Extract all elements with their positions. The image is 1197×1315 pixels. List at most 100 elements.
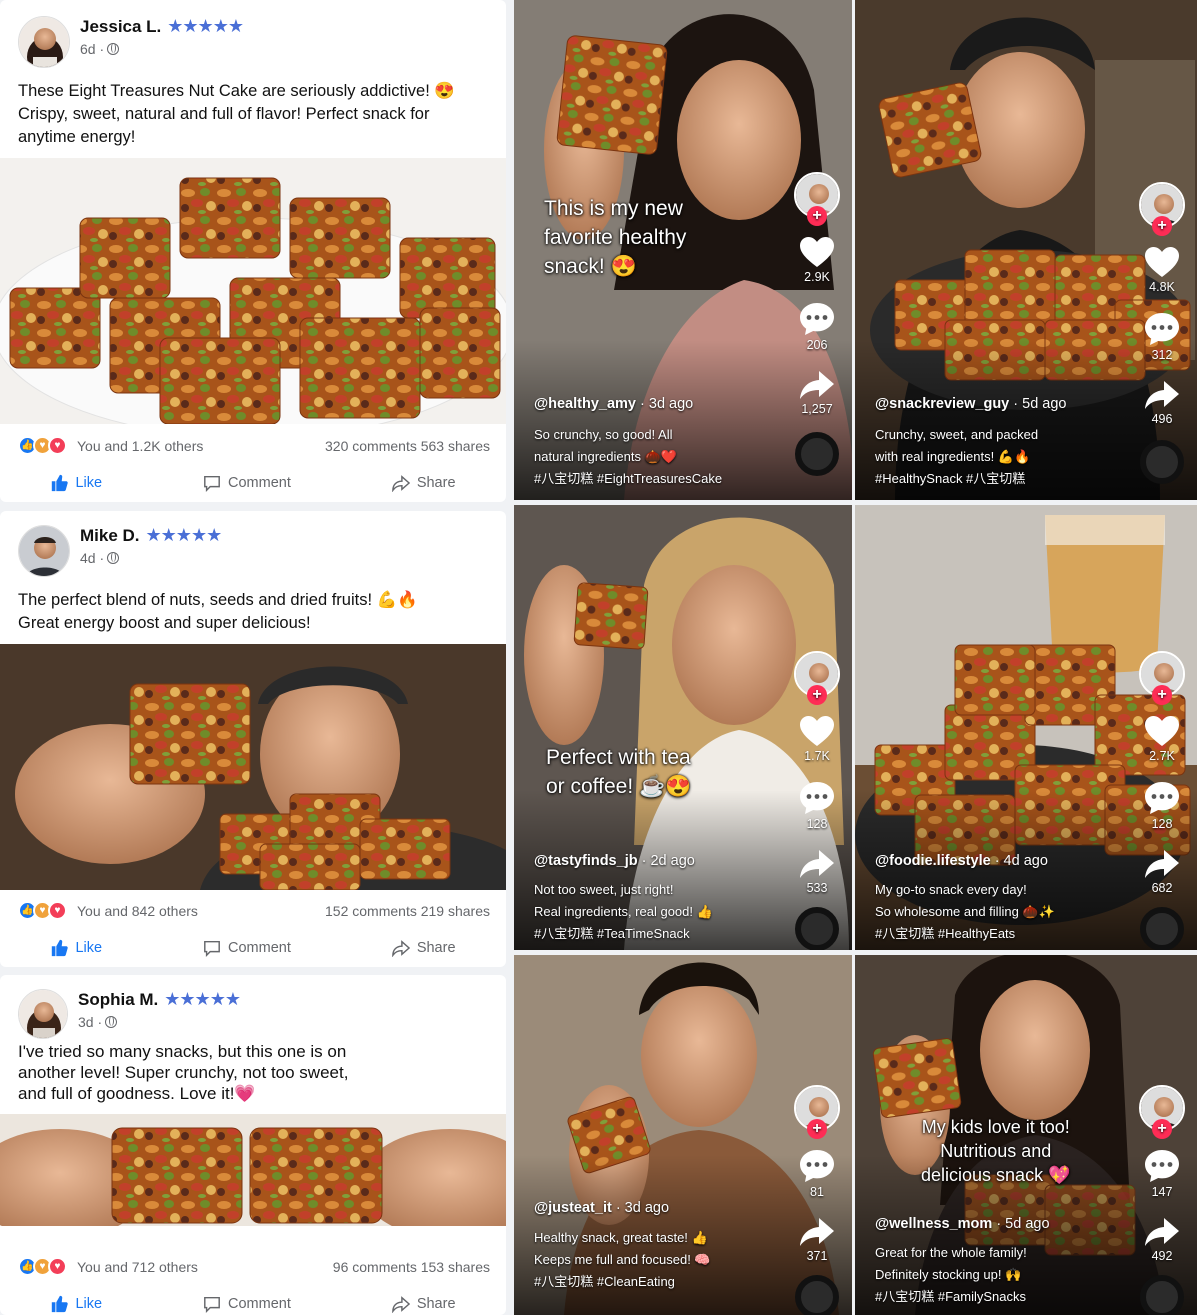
share-arrow-icon[interactable] bbox=[799, 370, 835, 400]
video-username[interactable]: @justeat_it bbox=[534, 1200, 612, 1216]
follow-plus-icon[interactable]: + bbox=[1152, 1119, 1172, 1139]
music-disc-icon[interactable] bbox=[795, 907, 839, 950]
post-text: I've tried so many snacks, but this one … bbox=[18, 1042, 349, 1103]
globe-icon bbox=[107, 552, 120, 564]
comment-bubble-icon bbox=[204, 475, 220, 492]
share-button[interactable]: Share bbox=[391, 939, 456, 957]
music-disc-icon[interactable] bbox=[795, 1275, 839, 1315]
avatar[interactable] bbox=[18, 989, 68, 1039]
video-tile-6[interactable]: My kids love it too! Nutritious and deli… bbox=[855, 955, 1197, 1315]
heart-icon[interactable] bbox=[799, 715, 835, 747]
avatar[interactable] bbox=[18, 525, 70, 577]
share-count: 496 bbox=[1151, 412, 1173, 426]
follow-plus-icon[interactable]: + bbox=[807, 685, 827, 705]
post-time: 4d · bbox=[80, 550, 105, 566]
share-arrow-icon[interactable] bbox=[799, 1217, 835, 1247]
creator-avatar[interactable]: + bbox=[1139, 1085, 1185, 1139]
globe-icon bbox=[107, 43, 120, 55]
video-tile-3[interactable]: Perfect with tea or coffee! ☕😍 @tastyfin… bbox=[514, 505, 852, 950]
like-button[interactable]: Like bbox=[50, 474, 102, 492]
fb-post-3: Sophia M. ★★★★★ 3d · I've tried so many … bbox=[0, 975, 506, 1315]
reaction-summary[interactable]: You and 842 others bbox=[77, 903, 198, 919]
creator-avatar[interactable]: + bbox=[794, 651, 840, 705]
video-tile-1[interactable]: This is my new favorite healthy snack! 😍… bbox=[514, 0, 852, 500]
music-disc-icon[interactable] bbox=[1140, 907, 1184, 950]
video-tile-2[interactable]: @snackreview_guy · 5d ago Crunchy, sweet… bbox=[855, 0, 1197, 500]
comment-share-counts[interactable]: 320 comments 563 shares bbox=[325, 438, 490, 454]
share-arrow-icon[interactable] bbox=[1144, 1217, 1180, 1247]
like-button[interactable]: Like bbox=[50, 939, 102, 957]
video-username[interactable]: @healthy_amy bbox=[534, 396, 636, 412]
heart-icon: ♥ bbox=[48, 1257, 67, 1276]
share-button[interactable]: Share bbox=[391, 1295, 456, 1313]
comment-button[interactable]: Comment bbox=[203, 1295, 291, 1313]
video-tile-5[interactable]: @justeat_it · 3d ago Healthy snack, grea… bbox=[514, 955, 852, 1315]
video-username[interactable]: @foodie.lifestyle bbox=[875, 853, 991, 869]
comment-bubble-icon[interactable] bbox=[1144, 1149, 1180, 1183]
reaction-icons[interactable]: 👍 ♥ ♥ bbox=[18, 1257, 67, 1276]
music-disc-icon[interactable] bbox=[795, 432, 839, 476]
comment-count: 312 bbox=[1151, 348, 1173, 362]
author-name[interactable]: Mike D. bbox=[80, 526, 140, 546]
creator-avatar[interactable]: + bbox=[1139, 651, 1185, 705]
avatar[interactable] bbox=[18, 16, 70, 68]
author-name[interactable]: Sophia M. bbox=[78, 990, 158, 1010]
author-name[interactable]: Jessica L. bbox=[80, 17, 161, 37]
reaction-icons[interactable]: 👍 ♥ ♥ bbox=[18, 436, 67, 455]
video-time: · 2d ago bbox=[641, 853, 695, 869]
comment-button[interactable]: Comment bbox=[203, 939, 291, 957]
post-photo[interactable] bbox=[0, 1114, 506, 1226]
creator-avatar[interactable]: + bbox=[794, 1085, 840, 1139]
video-username[interactable]: @snackreview_guy bbox=[875, 396, 1009, 412]
share-button[interactable]: Share bbox=[391, 474, 456, 492]
follow-plus-icon[interactable]: + bbox=[1152, 685, 1172, 705]
music-disc-icon[interactable] bbox=[1140, 440, 1184, 484]
comment-bubble-icon[interactable] bbox=[799, 302, 835, 336]
creator-avatar[interactable]: + bbox=[794, 172, 840, 226]
heart-icon[interactable] bbox=[799, 236, 835, 268]
share-count: 492 bbox=[1151, 1249, 1173, 1263]
reaction-summary[interactable]: You and 1.2K others bbox=[77, 438, 203, 454]
post-photo[interactable] bbox=[0, 158, 506, 424]
follow-plus-icon[interactable]: + bbox=[1152, 216, 1172, 236]
share-arrow-icon bbox=[391, 940, 410, 957]
video-username[interactable]: @tastyfinds_jb bbox=[534, 853, 638, 869]
thumbs-up-icon bbox=[52, 939, 69, 957]
reaction-icons[interactable]: 👍 ♥ ♥ bbox=[18, 901, 67, 920]
comment-count: 147 bbox=[1151, 1185, 1173, 1199]
share-arrow-icon[interactable] bbox=[1144, 380, 1180, 410]
comment-bubble-icon[interactable] bbox=[799, 781, 835, 815]
creator-avatar[interactable]: + bbox=[1139, 182, 1185, 236]
like-label: Like bbox=[75, 1296, 103, 1312]
comment-bubble-icon[interactable] bbox=[1144, 781, 1180, 815]
post-text: The perfect blend of nuts, seeds and dri… bbox=[18, 591, 418, 632]
comment-share-counts[interactable]: 152 comments 219 shares bbox=[325, 903, 490, 919]
share-arrow-icon[interactable] bbox=[1144, 849, 1180, 879]
follow-plus-icon[interactable]: + bbox=[807, 1119, 827, 1139]
comment-bubble-icon[interactable] bbox=[1144, 312, 1180, 346]
video-actions: + 2.9K 206 1,257 bbox=[792, 172, 842, 476]
follow-plus-icon[interactable]: + bbox=[807, 206, 827, 226]
music-disc-icon[interactable] bbox=[1140, 1275, 1184, 1315]
like-count: 2.9K bbox=[804, 270, 830, 284]
video-overlay-text: My kids love it too! Nutritious and deli… bbox=[921, 1117, 1071, 1185]
like-label: Like bbox=[75, 940, 103, 956]
comment-bubble-icon[interactable] bbox=[799, 1149, 835, 1183]
video-description: My go-to snack every day! So wholesome a… bbox=[875, 882, 1055, 941]
video-username[interactable]: @wellness_mom bbox=[875, 1216, 992, 1232]
share-arrow-icon[interactable] bbox=[799, 849, 835, 879]
video-actions: + 4.8K 312 496 bbox=[1137, 182, 1187, 484]
comment-share-counts[interactable]: 96 comments 153 shares bbox=[333, 1259, 490, 1275]
video-tile-4[interactable]: @foodie.lifestyle · 4d ago My go-to snac… bbox=[855, 505, 1197, 950]
share-label: Share bbox=[416, 1296, 456, 1312]
like-button[interactable]: Like bbox=[50, 1295, 102, 1313]
comment-button[interactable]: Comment bbox=[203, 474, 291, 492]
share-count: 533 bbox=[806, 881, 828, 895]
reaction-summary[interactable]: You and 712 others bbox=[77, 1259, 198, 1275]
thumbs-up-icon bbox=[52, 474, 69, 492]
heart-icon[interactable] bbox=[1144, 246, 1180, 278]
comment-label: Comment bbox=[228, 1296, 291, 1312]
post-photo[interactable] bbox=[0, 644, 506, 890]
star-rating: ★★★★★ bbox=[164, 989, 241, 1009]
heart-icon[interactable] bbox=[1144, 715, 1180, 747]
